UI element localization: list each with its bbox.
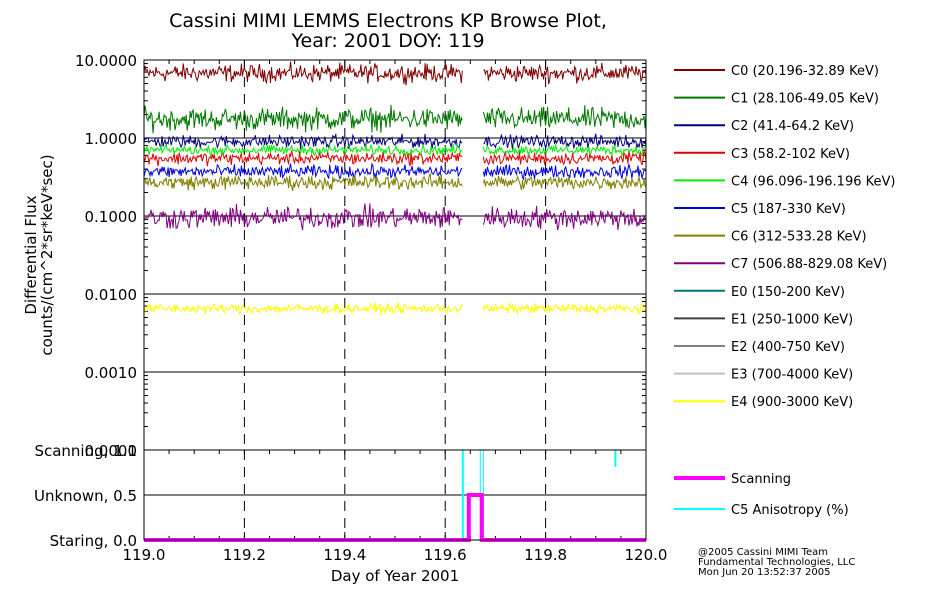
series-trace-e4 bbox=[143, 302, 647, 316]
y-axis-label-line2: counts/(cm^2*sr*keV*sec) bbox=[38, 154, 56, 355]
lower-y-tick-label: Unknown, 0.5 bbox=[34, 487, 137, 505]
legend-label-c7: C7 (506.88-829.08 KeV) bbox=[731, 257, 887, 272]
upper-panel-series bbox=[143, 61, 647, 316]
legend-label-c2: C2 (41.4-64.2 KeV) bbox=[731, 119, 854, 134]
lower-y-tick-label: Scanning, 1.0 bbox=[34, 442, 137, 460]
legend: C0 (20.196-32.89 KeV) C1 (28.106-49.05 Ke… bbox=[674, 64, 895, 518]
upper-y-tick-label: 10.0000 bbox=[75, 52, 137, 70]
series-trace-c0 bbox=[143, 61, 647, 86]
lower-panel-grid bbox=[143, 450, 647, 540]
series-trace-c2 bbox=[143, 132, 647, 150]
legend-label-e3: E3 (700-4000 KeV) bbox=[731, 368, 853, 383]
legend-label-c5-anisotropy: C5 Anisotropy (%) bbox=[731, 503, 849, 518]
series-trace-c1 bbox=[143, 104, 647, 134]
series-trace-c4 bbox=[143, 142, 647, 158]
legend-label-c5: C5 (187-330 KeV) bbox=[731, 202, 846, 217]
chart-subtitle: Year: 2001 DOY: 119 bbox=[290, 30, 484, 52]
upper-y-tick-label: 0.0010 bbox=[85, 364, 138, 382]
series-trace-c7 bbox=[143, 203, 647, 231]
x-tick-label: 119.4 bbox=[323, 546, 366, 564]
legend-label-c1: C1 (28.106-49.05 KeV) bbox=[731, 92, 879, 107]
x-tick-labels: 119.0 119.2 119.4 119.6 119.8 120.0 bbox=[123, 546, 668, 564]
legend-label-e0: E0 (150-200 KeV) bbox=[731, 285, 845, 300]
upper-y-tick-labels: 10.00001.00000.10000.01000.00100.0001 bbox=[75, 52, 137, 460]
lemms-browse-chart: Cassini MIMI LEMMS Electrons KP Browse P… bbox=[22, 10, 895, 585]
legend-label-c6: C6 (312-533.28 KeV) bbox=[731, 230, 867, 245]
legend-label-e1: E1 (250-1000 KeV) bbox=[731, 312, 853, 327]
legend-label-c3: C3 (58.2-102 KeV) bbox=[731, 147, 850, 162]
x-tick-label: 119.8 bbox=[524, 546, 567, 564]
legend-label-c0: C0 (20.196-32.89 KeV) bbox=[731, 64, 879, 79]
upper-y-tick-label: 1.0000 bbox=[85, 130, 138, 148]
legend-label-c4: C4 (96.096-196.196 KeV) bbox=[731, 174, 895, 189]
lower-trace-scanning bbox=[144, 493, 646, 542]
upper-y-tick-label: 0.0100 bbox=[85, 286, 138, 304]
x-tick-label: 120.0 bbox=[625, 546, 668, 564]
series-trace-c5 bbox=[143, 162, 647, 181]
x-tick-label: 119.2 bbox=[223, 546, 266, 564]
x-tick-label: 119.6 bbox=[424, 546, 467, 564]
legend-label-e4: E4 (900-3000 KeV) bbox=[731, 395, 853, 410]
chart-title: Cassini MIMI LEMMS Electrons KP Browse P… bbox=[169, 10, 607, 32]
x-axis-label: Day of Year 2001 bbox=[331, 567, 459, 585]
legend-label-scanning: Scanning bbox=[731, 472, 791, 487]
credit-line3: Mon Jun 20 13:52:37 2005 bbox=[698, 567, 831, 578]
series-trace-c3 bbox=[143, 150, 647, 167]
lower-y-tick-labels: Scanning, 1.0Unknown, 0.5Staring, 0.0 bbox=[34, 442, 137, 550]
legend-label-e2: E2 (400-750 KeV) bbox=[731, 340, 845, 355]
upper-y-tick-label: 0.1000 bbox=[85, 208, 138, 226]
x-tick-label: 119.0 bbox=[123, 546, 166, 564]
